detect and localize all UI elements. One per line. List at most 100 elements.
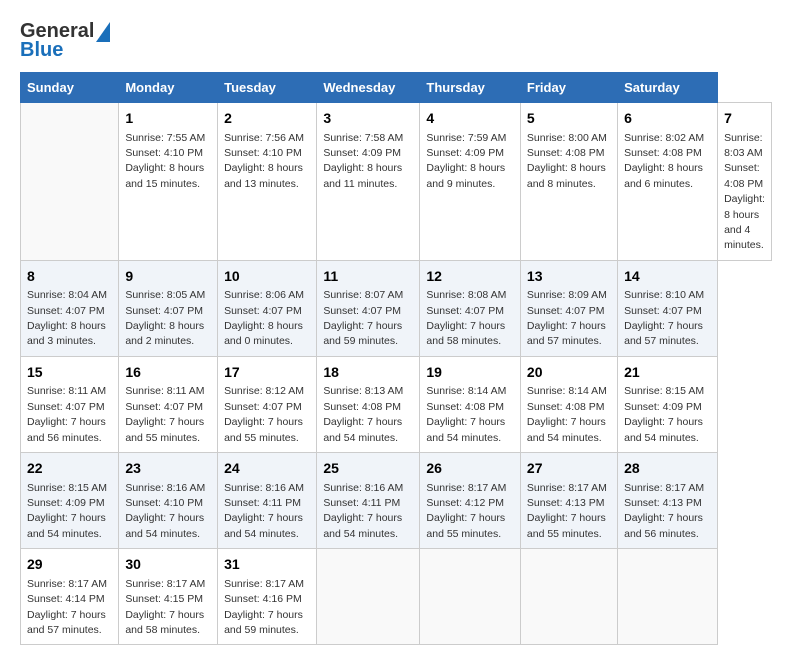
- day-sunrise: Sunrise: 8:02 AM: [624, 132, 704, 144]
- calendar-cell: 27Sunrise: 8:17 AMSunset: 4:13 PMDayligh…: [520, 453, 617, 549]
- day-sunset: Sunset: 4:12 PM: [426, 497, 504, 509]
- day-sunrise: Sunrise: 8:07 AM: [323, 289, 403, 301]
- calendar-week-row: 22Sunrise: 8:15 AMSunset: 4:09 PMDayligh…: [21, 453, 772, 549]
- day-number: 15: [27, 363, 112, 383]
- day-sunrise: Sunrise: 8:16 AM: [125, 482, 205, 494]
- day-number: 7: [724, 109, 765, 129]
- calendar-cell: 28Sunrise: 8:17 AMSunset: 4:13 PMDayligh…: [618, 453, 718, 549]
- day-number: 29: [27, 555, 112, 575]
- calendar-cell: 11Sunrise: 8:07 AMSunset: 4:07 PMDayligh…: [317, 260, 420, 356]
- day-number: 26: [426, 459, 514, 479]
- day-sunset: Sunset: 4:08 PM: [527, 147, 605, 159]
- day-sunrise: Sunrise: 8:04 AM: [27, 289, 107, 301]
- day-number: 20: [527, 363, 611, 383]
- day-sunset: Sunset: 4:07 PM: [125, 401, 203, 413]
- day-daylight: Daylight: 7 hours and 57 minutes.: [527, 320, 606, 347]
- day-number: 5: [527, 109, 611, 129]
- day-daylight: Daylight: 7 hours and 55 minutes.: [125, 416, 204, 443]
- day-number: 4: [426, 109, 514, 129]
- header-cell-monday: Monday: [119, 73, 218, 103]
- day-number: 22: [27, 459, 112, 479]
- calendar-cell: 15Sunrise: 8:11 AMSunset: 4:07 PMDayligh…: [21, 356, 119, 452]
- day-sunrise: Sunrise: 7:56 AM: [224, 132, 304, 144]
- day-number: 25: [323, 459, 413, 479]
- day-number: 28: [624, 459, 711, 479]
- day-daylight: Daylight: 7 hours and 55 minutes.: [224, 416, 303, 443]
- calendar-cell: 23Sunrise: 8:16 AMSunset: 4:10 PMDayligh…: [119, 453, 218, 549]
- calendar-cell: 29 Sunrise: 8:17 AM Sunset: 4:14 PM Dayligh…: [21, 549, 119, 645]
- day-sunrise: Sunrise: 8:17 AM: [27, 578, 107, 590]
- day-sunset: Sunset: 4:09 PM: [624, 401, 702, 413]
- calendar-cell: 22Sunrise: 8:15 AMSunset: 4:09 PMDayligh…: [21, 453, 119, 549]
- day-sunrise: Sunrise: 8:08 AM: [426, 289, 506, 301]
- day-number: 16: [125, 363, 211, 383]
- day-number: 2: [224, 109, 310, 129]
- day-sunset: Sunset: 4:09 PM: [27, 497, 105, 509]
- day-sunset: Sunset: 4:14 PM: [27, 593, 105, 605]
- day-sunset: Sunset: 4:08 PM: [624, 147, 702, 159]
- day-number: 13: [527, 267, 611, 287]
- day-daylight: Daylight: 8 hours and 8 minutes.: [527, 162, 606, 189]
- day-daylight: Daylight: 7 hours and 54 minutes.: [323, 512, 402, 539]
- day-number: 24: [224, 459, 310, 479]
- calendar-cell: 12Sunrise: 8:08 AMSunset: 4:07 PMDayligh…: [420, 260, 521, 356]
- day-number: 10: [224, 267, 310, 287]
- day-sunset: Sunset: 4:07 PM: [224, 305, 302, 317]
- logo-blue: Blue: [20, 39, 63, 62]
- calendar-cell: 13Sunrise: 8:09 AMSunset: 4:07 PMDayligh…: [520, 260, 617, 356]
- day-daylight: Daylight: 7 hours and 58 minutes.: [125, 609, 204, 636]
- calendar-cell: [317, 549, 420, 645]
- day-daylight: Daylight: 7 hours and 57 minutes.: [27, 609, 106, 636]
- day-daylight: Daylight: 7 hours and 54 minutes.: [426, 416, 505, 443]
- day-sunset: Sunset: 4:07 PM: [125, 305, 203, 317]
- day-sunrise: Sunrise: 8:15 AM: [624, 385, 704, 397]
- calendar-cell: 17Sunrise: 8:12 AMSunset: 4:07 PMDayligh…: [218, 356, 317, 452]
- calendar-cell: 18Sunrise: 8:13 AMSunset: 4:08 PMDayligh…: [317, 356, 420, 452]
- calendar-cell: 5Sunrise: 8:00 AMSunset: 4:08 PMDaylight…: [520, 103, 617, 261]
- calendar-week-row: 8Sunrise: 8:04 AMSunset: 4:07 PMDaylight…: [21, 260, 772, 356]
- logo-triangle-icon: [96, 22, 110, 42]
- day-sunset: Sunset: 4:13 PM: [527, 497, 605, 509]
- calendar-cell: 25 Sunrise: 8:16 AM Sunset: 4:11 PM Dayligh…: [317, 453, 420, 549]
- day-sunset: Sunset: 4:13 PM: [624, 497, 702, 509]
- day-sunrise: Sunrise: 7:58 AM: [323, 132, 403, 144]
- day-number: 19: [426, 363, 514, 383]
- calendar-cell: 24Sunrise: 8:16 AMSunset: 4:11 PMDayligh…: [218, 453, 317, 549]
- day-daylight: Daylight: 7 hours and 54 minutes.: [624, 416, 703, 443]
- calendar-cell: 6Sunrise: 8:02 AMSunset: 4:08 PMDaylight…: [618, 103, 718, 261]
- calendar-cell: 21Sunrise: 8:15 AMSunset: 4:09 PMDayligh…: [618, 356, 718, 452]
- calendar-cell: [420, 549, 521, 645]
- day-number: 9: [125, 267, 211, 287]
- day-daylight: Daylight: 7 hours and 59 minutes.: [224, 609, 303, 636]
- day-sunset: Sunset: 4:07 PM: [323, 305, 401, 317]
- day-sunset: Sunset: 4:11 PM: [323, 497, 400, 509]
- day-daylight: Daylight: 7 hours and 55 minutes.: [426, 512, 505, 539]
- calendar-cell: 8Sunrise: 8:04 AMSunset: 4:07 PMDaylight…: [21, 260, 119, 356]
- calendar-cell: 3Sunrise: 7:58 AMSunset: 4:09 PMDaylight…: [317, 103, 420, 261]
- day-daylight: Daylight: 8 hours and 4 minutes.: [724, 193, 765, 251]
- day-daylight: Daylight: 8 hours and 13 minutes.: [224, 162, 303, 189]
- day-sunset: Sunset: 4:10 PM: [125, 497, 203, 509]
- day-sunrise: Sunrise: 8:16 AM: [323, 482, 403, 494]
- day-sunset: Sunset: 4:07 PM: [27, 305, 105, 317]
- day-number: 12: [426, 267, 514, 287]
- calendar-cell: 10Sunrise: 8:06 AMSunset: 4:07 PMDayligh…: [218, 260, 317, 356]
- day-sunrise: Sunrise: 7:55 AM: [125, 132, 205, 144]
- day-sunset: Sunset: 4:09 PM: [426, 147, 504, 159]
- day-sunrise: Sunrise: 8:05 AM: [125, 289, 205, 301]
- day-sunset: Sunset: 4:10 PM: [125, 147, 203, 159]
- calendar-cell: 14Sunrise: 8:10 AMSunset: 4:07 PMDayligh…: [618, 260, 718, 356]
- calendar-cell: 30Sunrise: 8:17 AMSunset: 4:15 PMDayligh…: [119, 549, 218, 645]
- day-sunrise: Sunrise: 8:14 AM: [426, 385, 506, 397]
- day-sunrise: Sunrise: 8:16 AM: [224, 482, 304, 494]
- day-sunset: Sunset: 4:08 PM: [323, 401, 401, 413]
- day-sunset: Sunset: 4:07 PM: [426, 305, 504, 317]
- calendar-header-row: SundayMondayTuesdayWednesdayThursdayFrid…: [21, 73, 772, 103]
- logo: General Blue: [20, 20, 110, 62]
- header-cell-saturday: Saturday: [618, 73, 718, 103]
- calendar-cell: 7Sunrise: 8:03 AMSunset: 4:08 PMDaylight…: [718, 103, 772, 261]
- day-daylight: Daylight: 7 hours and 55 minutes.: [527, 512, 606, 539]
- day-daylight: Daylight: 8 hours and 9 minutes.: [426, 162, 505, 189]
- day-number: 1: [125, 109, 211, 129]
- day-sunrise: Sunrise: 8:17 AM: [527, 482, 607, 494]
